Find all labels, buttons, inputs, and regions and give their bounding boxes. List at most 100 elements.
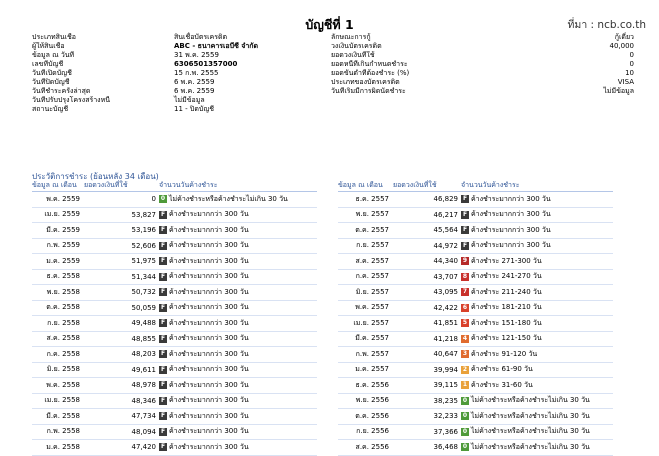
row-status: F ค้างชำระมากกว่า 300 วัน [461, 191, 613, 208]
info-label: วงเงินบัตรเครดิต [331, 42, 382, 50]
row-date: พ.ค. 2559 [32, 191, 84, 208]
status-code-badge: 6 [461, 303, 469, 312]
row-date: มิ.ย. 2558 [32, 362, 84, 378]
status-code-badge: 4 [461, 334, 469, 343]
info-row: ข้อมูล ณ วันที่ 31 พ.ค. 2559 [32, 51, 372, 60]
row-amount: 36,468 [393, 439, 461, 456]
table-row: พ.ย. 2556 38,235 0 ไม่ค้างชำระหรือค้างชำระไ… [338, 393, 613, 409]
row-amount: 53,827 [84, 207, 159, 223]
info-label: ยอดหนี้ที่เกินกำหนดชำระ [331, 60, 408, 68]
row-amount: 32,233 [393, 408, 461, 425]
table-row: ก.ค. 2557 43,707 8 ค้างชำระ 241-270 วัน [338, 269, 613, 285]
row-date: พ.ค. 2558 [32, 377, 84, 394]
row-status: 2 ค้างชำระ 61-90 วัน [461, 362, 613, 378]
row-amount: 44,340 [393, 253, 461, 270]
info-label: ลักษณะการกู้ [331, 33, 371, 41]
row-status: F ค้างชำระมากกว่า 300 วัน [159, 238, 317, 254]
table-row: ธ.ค. 2558 51,344 F ค้างชำระมากกว่า 300 วัน [32, 269, 317, 285]
status-text: ค้างชำระมากกว่า 300 วัน [169, 396, 249, 405]
row-date: ก.พ. 2559 [32, 238, 84, 254]
status-code-badge: F [159, 396, 167, 405]
row-status: F ค้างชำระมากกว่า 300 วัน [461, 222, 613, 239]
status-code-badge: F [461, 195, 469, 204]
row-status: 0 ไม่ค้างชำระหรือค้างชำระไม่เกิน 30 วัน [159, 191, 317, 208]
row-status: 0 ไม่ค้างชำระหรือค้างชำระไม่เกิน 30 วัน [461, 393, 613, 409]
status-code-badge: 0 [159, 195, 167, 204]
status-code-badge: 7 [461, 288, 469, 297]
status-code-badge: F [159, 319, 167, 328]
table-row: ธ.ค. 2557 46,829 F ค้างชำระมากกว่า 300 วัน [338, 191, 613, 208]
status-code-badge: F [461, 226, 469, 235]
status-text: ค้างชำระมากกว่า 300 วัน [169, 334, 249, 343]
row-date: เม.ย. 2557 [338, 315, 393, 332]
row-amount: 52,606 [84, 238, 159, 254]
row-date: ก.ค. 2558 [32, 346, 84, 363]
col-header-date: ข้อมูล ณ เดือน [338, 180, 393, 192]
payment-history-table-right: ข้อมูล ณ เดือน ยอดวงเงินที่ใช้ จำนวนวันค… [338, 180, 613, 456]
row-status: 3 ค้างชำระ 91-120 วัน [461, 346, 613, 363]
row-amount: 40,647 [393, 346, 461, 363]
table-row: พ.ย. 2558 50,732 F ค้างชำระมากกว่า 300 วัน [32, 284, 317, 301]
row-amount: 47,420 [84, 439, 159, 456]
table-row: พ.ค. 2557 42,422 6 ค้างชำระ 181-210 วัน [338, 300, 613, 316]
row-amount: 48,203 [84, 346, 159, 363]
status-text: ค้างชำระมากกว่า 300 วัน [169, 318, 249, 327]
row-amount: 53,196 [84, 222, 159, 239]
info-label: วันที่ปิดบัญชี [32, 78, 70, 86]
row-date: ธ.ค. 2556 [338, 377, 393, 394]
info-label: สถานะบัญชี [32, 105, 69, 113]
table-row: เม.ย. 2559 53,827 F ค้างชำระมากกว่า 300 วัน [32, 207, 317, 223]
table-row: ก.พ. 2559 52,606 F ค้างชำระมากกว่า 300 วัน [32, 238, 317, 254]
row-status: F ค้างชำระมากกว่า 300 วัน [159, 269, 317, 285]
info-label: วันที่ปรับปรุงโครงสร้างหนี้ [32, 96, 110, 104]
row-date: ต.ค. 2557 [338, 222, 393, 239]
table-row: ส.ค. 2556 36,468 0 ไม่ค้างชำระหรือค้างชำระไ… [338, 439, 613, 456]
row-status: F ค้างชำระมากกว่า 300 วัน [159, 408, 317, 425]
status-code-badge: F [159, 272, 167, 281]
table-row: ม.ค. 2558 47,420 F ค้างชำระมากกว่า 300 วัน [32, 439, 317, 456]
row-amount: 50,059 [84, 300, 159, 316]
table-row: เม.ย. 2558 48,346 F ค้างชำระมากกว่า 300 วัน [32, 393, 317, 409]
table-row: พ.ค. 2558 48,978 F ค้างชำระมากกว่า 300 วัน [32, 377, 317, 394]
row-status: F ค้างชำระมากกว่า 300 วัน [461, 207, 613, 223]
row-date: ธ.ค. 2557 [338, 191, 393, 208]
status-text: ค้างชำระมากกว่า 300 วัน [169, 256, 249, 265]
status-text: ค้างชำระมากกว่า 300 วัน [169, 442, 249, 451]
row-amount: 51,975 [84, 253, 159, 270]
info-row: วันที่เริ่มมีการผิดนัดชำระ ไม่มีข้อมูล [331, 87, 634, 96]
info-row: วันที่ปิดบัญชี 6 พ.ค. 2559 [32, 78, 372, 87]
table-row: เม.ย. 2557 41,851 5 ค้างชำระ 151-180 วัน [338, 315, 613, 332]
table-row: ต.ค. 2557 45,564 F ค้างชำระมากกว่า 300 วัน [338, 222, 613, 239]
row-amount: 46,217 [393, 207, 461, 223]
info-value: 0 [629, 51, 634, 59]
table-header-row: ข้อมูล ณ เดือน ยอดวงเงินที่ใช้ จำนวนวันค… [32, 180, 317, 192]
col-header-amount: ยอดวงเงินที่ใช้ [84, 180, 159, 192]
row-status: 8 ค้างชำระ 241-270 วัน [461, 269, 613, 285]
table-row: ก.ย. 2557 44,972 F ค้างชำระมากกว่า 300 วัน [338, 238, 613, 254]
status-text: ไม่ค้างชำระหรือค้างชำระไม่เกิน 30 วัน [471, 411, 590, 420]
row-amount: 48,978 [84, 377, 159, 394]
table-row: ส.ค. 2558 48,855 F ค้างชำระมากกว่า 300 วัน [32, 331, 317, 347]
info-value: 0 [629, 60, 634, 68]
status-text: ค้างชำระมากกว่า 300 วัน [169, 380, 249, 389]
status-text: ค้างชำระ 181-210 วัน [471, 303, 542, 312]
row-date: มี.ค. 2557 [338, 331, 393, 347]
row-status: F ค้างชำระมากกว่า 300 วัน [159, 439, 317, 456]
status-text: ค้างชำระมากกว่า 300 วัน [169, 349, 249, 358]
row-status: F ค้างชำระมากกว่า 300 วัน [159, 424, 317, 440]
info-row: สถานะบัญชี 11 - ปิดบัญชี [32, 105, 372, 114]
status-code-badge: 0 [461, 412, 469, 421]
table-row: ก.พ. 2557 40,647 3 ค้างชำระ 91-120 วัน [338, 346, 613, 363]
info-row: วันที่ปรับปรุงโครงสร้างหนี้ ไม่มีข้อมูล [32, 96, 372, 105]
row-status: F ค้างชำระมากกว่า 300 วัน [159, 331, 317, 347]
row-status: 0 ไม่ค้างชำระหรือค้างชำระไม่เกิน 30 วัน [461, 424, 613, 440]
status-code-badge: 9 [461, 257, 469, 266]
row-status: F ค้างชำระมากกว่า 300 วัน [159, 253, 317, 270]
row-status: F ค้างชำระมากกว่า 300 วัน [159, 346, 317, 363]
info-label: ข้อมูล ณ วันที่ [32, 51, 75, 59]
row-status: F ค้างชำระมากกว่า 300 วัน [159, 222, 317, 239]
info-value: ไม่มีข้อมูล [174, 96, 205, 104]
table-row: พ.ค. 2559 0 0 ไม่ค้างชำระหรือค้างชำระไม่เกิ… [32, 191, 317, 208]
row-date: ส.ค. 2558 [32, 331, 84, 347]
status-code-badge: 1 [461, 381, 469, 390]
